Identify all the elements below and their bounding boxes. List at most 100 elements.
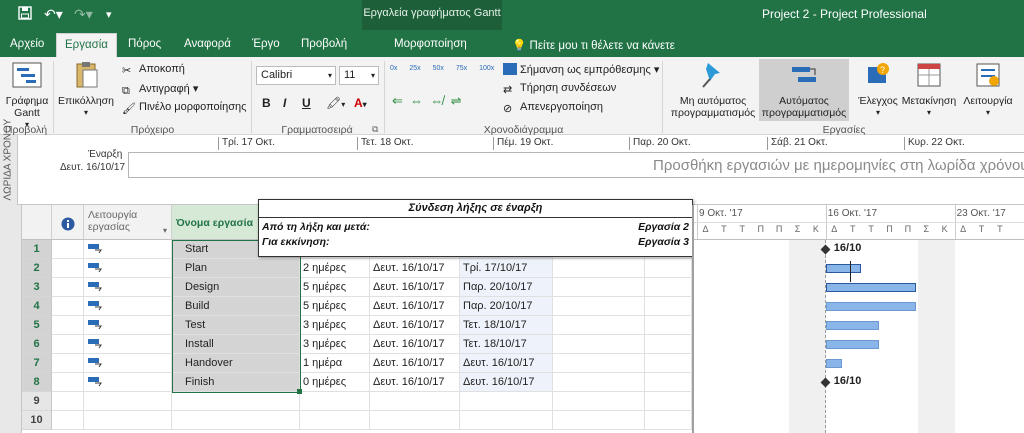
indicator-cell[interactable]: [52, 335, 84, 354]
gantt-task-bar[interactable]: [825, 302, 916, 311]
task-name-cell[interactable]: Handover: [172, 354, 300, 373]
indicator-cell[interactable]: [52, 240, 84, 259]
auto-schedule-button[interactable]: Αυτόματος προγραμματισμός: [759, 59, 849, 121]
fill-handle[interactable]: [297, 389, 302, 394]
font-name-combo[interactable]: Calibri ▾: [256, 66, 336, 85]
task-name-cell[interactable]: Test: [172, 316, 300, 335]
start-cell[interactable]: [370, 392, 460, 411]
extra-cell[interactable]: [645, 297, 692, 316]
task-name-cell[interactable]: Build: [172, 297, 300, 316]
task-mode-cell[interactable]: [84, 392, 172, 411]
gantt-task-bar[interactable]: [825, 359, 843, 368]
predecessors-cell[interactable]: [553, 297, 645, 316]
finish-cell[interactable]: Δευτ. 16/10/17: [460, 354, 553, 373]
font-dialog-launcher-icon[interactable]: ⧉: [372, 124, 378, 135]
split-task-icon[interactable]: ⇌: [451, 93, 462, 108]
extra-cell[interactable]: [645, 316, 692, 335]
percent-100-button[interactable]: 100x: [479, 65, 494, 72]
task-name-cell[interactable]: Install: [172, 335, 300, 354]
highlight-icon[interactable]: 🖍▾: [326, 96, 345, 110]
inactivate-button[interactable]: ⊘ Απενεργοποίηση: [503, 101, 603, 115]
extra-cell[interactable]: [645, 373, 692, 392]
finish-cell[interactable]: [460, 411, 553, 430]
predecessors-cell[interactable]: [553, 392, 645, 411]
finish-cell[interactable]: Παρ. 20/10/17: [460, 297, 553, 316]
task-name-cell[interactable]: Plan: [172, 259, 300, 278]
finish-cell[interactable]: Παρ. 20/10/17: [460, 278, 553, 297]
extra-cell[interactable]: [645, 392, 692, 411]
start-cell[interactable]: Δευτ. 16/10/17: [370, 259, 460, 278]
percent-0-button[interactable]: 0x: [390, 65, 397, 72]
indicator-cell[interactable]: [52, 411, 84, 430]
indicator-cell[interactable]: [52, 259, 84, 278]
undo-icon[interactable]: ↶▾: [44, 6, 63, 23]
extra-cell[interactable]: [645, 278, 692, 297]
task-mode-cell[interactable]: [84, 240, 172, 259]
indicator-cell[interactable]: [52, 354, 84, 373]
row-number[interactable]: 10: [22, 411, 52, 430]
customize-toolbar-icon[interactable]: ▾: [106, 8, 112, 21]
gantt-task-bar[interactable]: [825, 264, 861, 273]
italic-button[interactable]: I: [283, 96, 286, 110]
predecessors-cell[interactable]: [553, 411, 645, 430]
row-number[interactable]: 5: [22, 316, 52, 335]
predecessors-cell[interactable]: [553, 335, 645, 354]
finish-cell[interactable]: Τετ. 18/10/17: [460, 316, 553, 335]
duration-cell[interactable]: 2 ημέρες: [300, 259, 370, 278]
duration-cell[interactable]: 3 ημέρες: [300, 335, 370, 354]
extra-cell[interactable]: [645, 259, 692, 278]
start-cell[interactable]: [370, 411, 460, 430]
finish-cell[interactable]: [460, 392, 553, 411]
timeline[interactable]: Τρί. 17 Οκτ. Τετ. 18 Οκτ. Πέμ. 19 Οκτ. Π…: [18, 135, 1024, 205]
task-mode-cell[interactable]: [84, 278, 172, 297]
duration-cell[interactable]: 0 ημέρες: [300, 373, 370, 392]
duration-cell[interactable]: [300, 411, 370, 430]
respect-links-button[interactable]: ⇄ Τήρηση συνδέσεων: [503, 82, 616, 96]
duration-cell[interactable]: [300, 392, 370, 411]
task-mode-cell[interactable]: [84, 373, 172, 392]
task-mode-cell[interactable]: [84, 316, 172, 335]
tab-file[interactable]: Αρχείο: [10, 38, 44, 50]
row-number[interactable]: 2: [22, 259, 52, 278]
tell-me-box[interactable]: 💡 Πείτε μου τι θέλετε να κάνετε: [512, 38, 675, 52]
tab-resource[interactable]: Πόρος: [128, 38, 161, 50]
row-number[interactable]: 4: [22, 297, 52, 316]
start-cell[interactable]: Δευτ. 16/10/17: [370, 316, 460, 335]
bold-button[interactable]: B: [262, 96, 271, 110]
row-number[interactable]: 7: [22, 354, 52, 373]
predecessors-cell[interactable]: [553, 316, 645, 335]
manually-schedule-button[interactable]: Μη αυτόματος προγραμματισμός: [670, 61, 756, 119]
row-number[interactable]: 9: [22, 392, 52, 411]
duration-cell[interactable]: 1 ημέρα: [300, 354, 370, 373]
task-name-cell[interactable]: [172, 411, 300, 430]
row-number[interactable]: 6: [22, 335, 52, 354]
extra-cell[interactable]: [645, 335, 692, 354]
link-tasks-icon[interactable]: ⇔: [410, 93, 423, 108]
task-mode-cell[interactable]: [84, 259, 172, 278]
gantt-task-bar[interactable]: [825, 283, 916, 292]
format-painter-button[interactable]: 🖌 Πινέλο μορφοποίησης: [122, 101, 246, 115]
indicator-cell[interactable]: [52, 373, 84, 392]
task-mode-cell[interactable]: [84, 354, 172, 373]
save-icon[interactable]: [18, 6, 32, 23]
tab-format[interactable]: Μορφοποίηση: [394, 38, 467, 50]
percent-75-button[interactable]: 75x: [456, 65, 467, 72]
font-color-button[interactable]: A▾: [354, 96, 367, 110]
tab-project[interactable]: Έργο: [252, 38, 280, 50]
predecessors-cell[interactable]: [553, 354, 645, 373]
task-name-header[interactable]: Όνομα εργασία: [172, 205, 262, 240]
move-left-icon[interactable]: ⇐: [392, 93, 403, 108]
indicators-header[interactable]: [52, 205, 84, 240]
extra-cell[interactable]: [645, 411, 692, 430]
indicator-cell[interactable]: [52, 392, 84, 411]
task-name-cell[interactable]: Finish: [172, 373, 300, 392]
task-name-cell[interactable]: Design: [172, 278, 300, 297]
finish-cell[interactable]: Τρί. 17/10/17: [460, 259, 553, 278]
inspect-button[interactable]: ? Έλεγχος ▾: [856, 61, 900, 119]
start-cell[interactable]: Δευτ. 16/10/17: [370, 354, 460, 373]
task-name-cell[interactable]: [172, 392, 300, 411]
predecessors-cell[interactable]: [553, 373, 645, 392]
task-mode-header[interactable]: Λειτουργία εργασίας ▾: [84, 205, 172, 240]
cut-button[interactable]: ✂ Αποκοπή: [122, 63, 185, 77]
tab-task[interactable]: Εργασία: [56, 33, 117, 57]
